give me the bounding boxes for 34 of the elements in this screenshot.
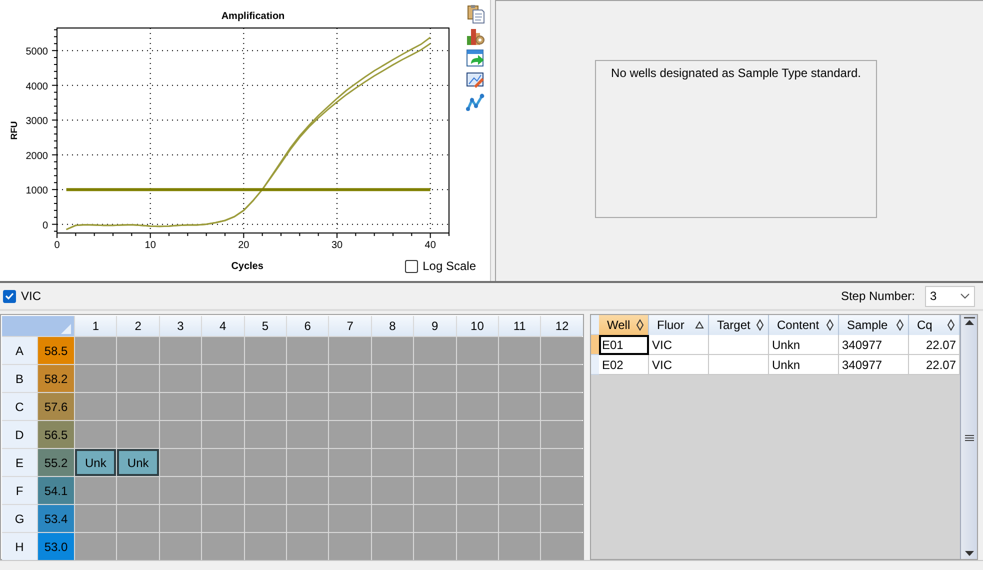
table-cell: E02 xyxy=(599,355,649,375)
temperature-cell: 53.0 xyxy=(38,533,74,560)
temperature-cell: 58.2 xyxy=(38,365,74,392)
temperature-cell: 55.2 xyxy=(38,449,74,476)
table-cell: VIC xyxy=(649,335,709,355)
tick-label: 5000 xyxy=(26,46,48,58)
table-cell: Unkn xyxy=(769,355,839,375)
table-cell: VIC xyxy=(649,355,709,375)
table-cell: Unkn xyxy=(769,335,839,355)
temperature-cell: 56.5 xyxy=(38,421,74,448)
tick-label: 40 xyxy=(424,240,436,251)
tick-label: 10 xyxy=(144,240,156,251)
tick-label: 1000 xyxy=(26,186,48,197)
temperature-cell: 58.5 xyxy=(38,337,74,364)
temperature-cell: 54.1 xyxy=(38,477,74,504)
x-axis-title: Cycles xyxy=(230,260,264,274)
table-cell: 22.07 xyxy=(909,335,960,355)
temperature-cell: 57.6 xyxy=(38,393,74,420)
tick-label: 0 xyxy=(54,240,60,251)
table-cell: 340977 xyxy=(839,355,909,375)
tick-label: 3000 xyxy=(26,116,48,128)
tick-label: 2000 xyxy=(26,150,48,162)
tick-label: 30 xyxy=(331,240,343,251)
tick-label: 20 xyxy=(238,240,250,251)
tick-label: 4000 xyxy=(26,81,48,92)
chart-title: Amplification xyxy=(221,11,285,22)
tick-label: 0 xyxy=(42,220,48,232)
table-cell: E01 xyxy=(599,335,649,355)
table-cell: 340977 xyxy=(839,335,909,355)
y-axis-title: RFU xyxy=(9,121,19,140)
step-number-label: Step Number: xyxy=(840,288,915,305)
standard-curve-message: No wells designated as Sample Type standard. xyxy=(595,60,877,218)
table-cell: 22.07 xyxy=(909,355,960,375)
temperature-cell: 53.4 xyxy=(38,505,74,532)
